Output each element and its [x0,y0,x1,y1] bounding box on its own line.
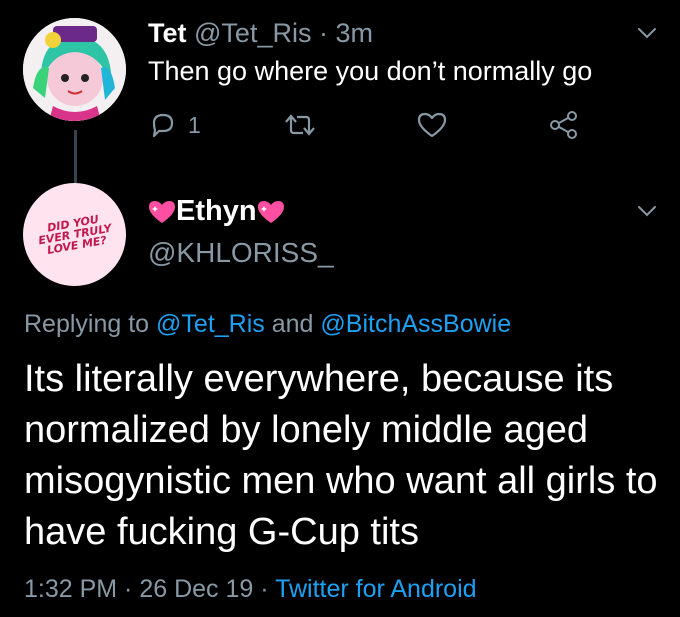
chevron-down-icon[interactable] [636,200,658,222]
sparkle-heart-icon [149,200,175,223]
tweet1-text: Then go where you don’t normally go [148,56,593,86]
footer-separator: · [117,575,140,603]
tweet2-handle[interactable]: @KHLORISS_ [148,237,334,269]
tweet1-separator: · [318,18,328,48]
tweet1-handle[interactable]: @Tet_Ris [194,18,311,48]
share-icon [550,111,577,139]
reply-icon [152,113,174,138]
avatar-ethyn[interactable]: Did you ever truly love me? [23,183,126,286]
tweet1-display-name[interactable]: Tet [148,18,187,48]
replying-prefix: Replying to [24,310,157,338]
sparkle-heart-icon [257,200,284,223]
tweet1-action-bar: 1 [148,108,598,142]
tweet2-body: Its literally everywhere, because its no… [24,358,658,553]
reply-count: 1 [188,111,201,138]
reply-button[interactable]: 1 [148,108,201,142]
share-button[interactable] [548,108,580,142]
tweet2-name-text: Ethyn [176,195,257,227]
tweet2-footer: 1:32 PM · 26 Dec 19 · Twitter for Androi… [24,575,477,604]
tweet2-client-link[interactable]: Twitter for Android [275,575,476,603]
tweet1-time[interactable]: 3m [336,18,374,48]
tweet2-time: 1:32 PM [24,575,118,603]
replying-to: Replying to @Tet_Ris and @BitchAssBowie [24,310,511,339]
avatar-ethyn-text: Did you ever truly love me? [36,212,113,257]
chevron-down-icon[interactable] [636,22,658,44]
retweet-button[interactable] [283,108,317,142]
tweet1-header: Tet @Tet_Ris · 3m [148,18,373,49]
tweet2-date: 26 Dec 19 [139,575,254,603]
like-button[interactable] [416,108,448,142]
like-icon [417,112,447,138]
avatar-tet[interactable] [23,18,126,121]
tweet2-display-name[interactable]: Ethyn [148,195,285,228]
replying-user-link[interactable]: @BitchAssBowie [320,310,511,338]
footer-separator: · [253,575,276,603]
replying-and: and [264,310,321,338]
avatar-tet-image [23,18,126,121]
replying-user-link[interactable]: @Tet_Ris [156,310,265,338]
retweet-icon [285,114,315,136]
